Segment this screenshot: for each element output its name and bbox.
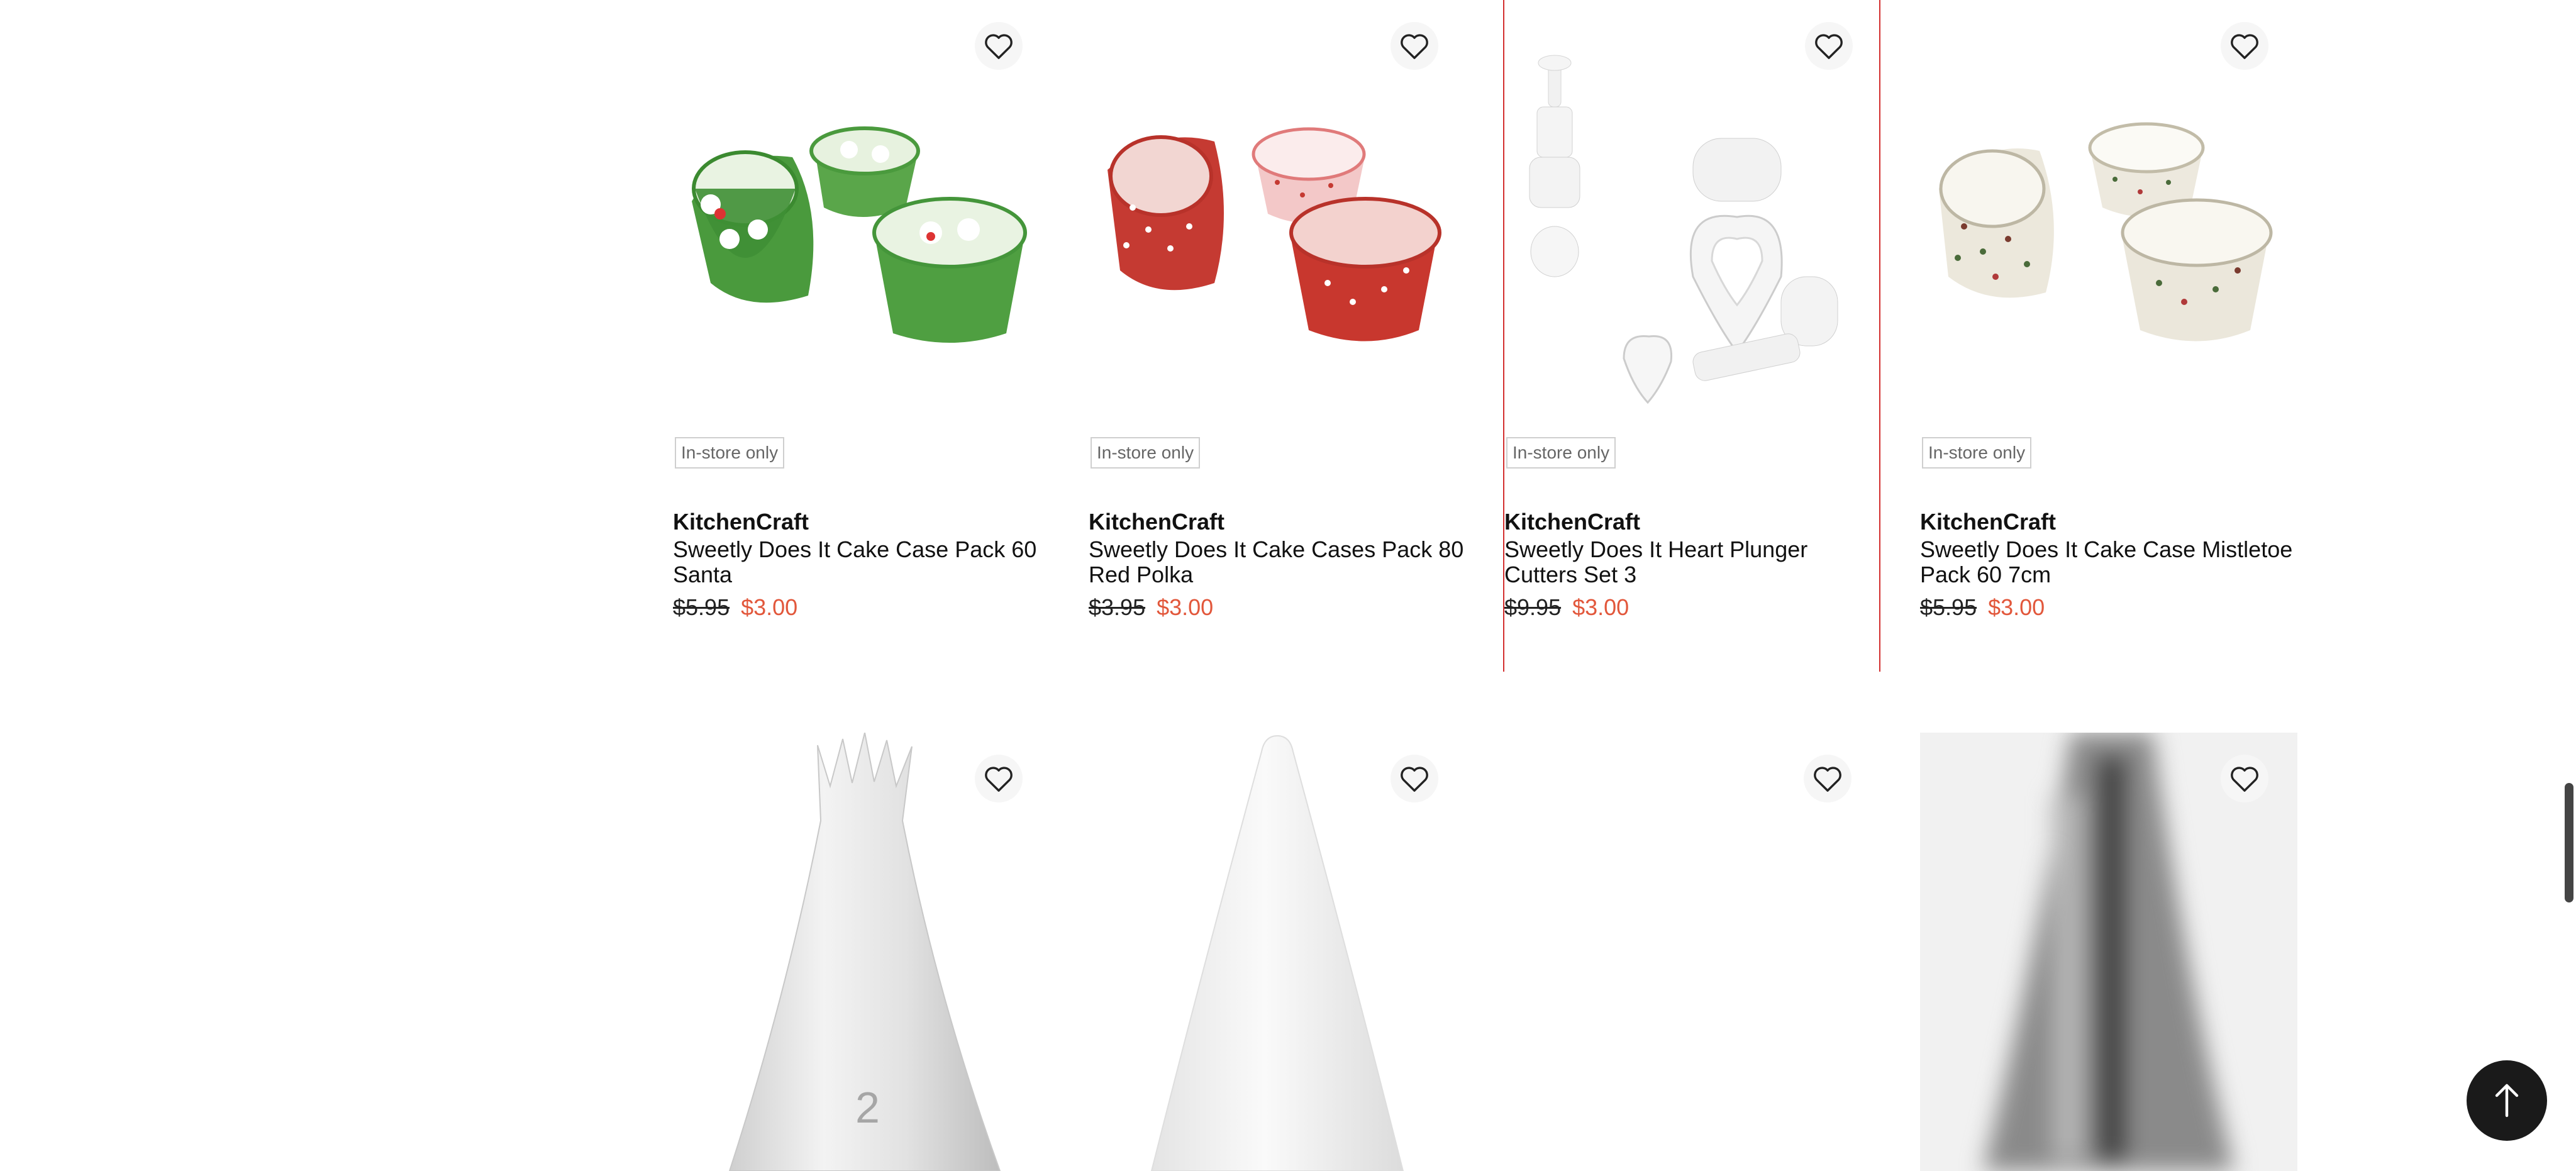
original-price: $5.95 [673, 594, 730, 620]
heart-icon [985, 767, 1013, 792]
heart-icon [985, 34, 1013, 59]
product-brand[interactable]: KitchenCraft [1089, 508, 1224, 536]
product-price: $3.95 $3.00 [1089, 594, 1213, 621]
heart-icon [2231, 34, 2258, 59]
product-name[interactable]: Sweetly Does It Cake Case Pack 60 Santa [673, 537, 1050, 587]
add-to-wishlist-button[interactable] [2221, 755, 2268, 802]
product-brand[interactable]: KitchenCraft [1920, 508, 2056, 536]
heart-icon [1401, 34, 1428, 59]
scrollbar[interactable] [2562, 0, 2576, 1171]
product-card[interactable]: 2 [673, 733, 1050, 1171]
add-to-wishlist-button[interactable] [1391, 22, 1438, 70]
product-card[interactable]: In-store only KitchenCraft Sweetly Does … [673, 0, 1050, 672]
nozzle-engraving: 2 [855, 1083, 880, 1132]
add-to-wishlist-button[interactable] [975, 755, 1023, 802]
original-price: $9.95 [1504, 594, 1562, 620]
product-price: $5.95 $3.00 [1920, 594, 2045, 621]
product-brand[interactable]: KitchenCraft [1504, 508, 1640, 536]
product-price: $9.95 $3.00 [1504, 594, 1629, 621]
in-store-only-badge: In-store only [1506, 437, 1616, 469]
heart-icon [2231, 767, 2258, 792]
product-card[interactable] [1503, 733, 1880, 1171]
product-grid-page: In-store only KitchenCraft Sweetly Does … [0, 0, 2576, 1171]
add-to-wishlist-button[interactable] [975, 22, 1023, 70]
original-price: $3.95 [1089, 594, 1146, 620]
product-brand[interactable]: KitchenCraft [673, 508, 809, 536]
product-name[interactable]: Sweetly Does It Cake Cases Pack 80 Red P… [1089, 537, 1466, 587]
product-card[interactable] [1089, 733, 1466, 1171]
arrow-up-icon [2495, 1084, 2519, 1118]
add-to-wishlist-button[interactable] [1805, 22, 1853, 70]
add-to-wishlist-button[interactable] [1804, 755, 1852, 802]
product-card[interactable] [1920, 733, 2297, 1171]
product-card[interactable]: In-store only KitchenCraft Sweetly Does … [1089, 0, 1466, 672]
product-name[interactable]: Sweetly Does It Cake Case Mistletoe Pack… [1920, 537, 2297, 587]
sale-price: $3.00 [1572, 594, 1629, 620]
sale-price: $3.00 [1157, 594, 1214, 620]
in-store-only-badge: In-store only [1922, 437, 2032, 469]
heart-icon [1401, 767, 1428, 792]
heart-icon [1815, 34, 1843, 59]
scrollbar-thumb[interactable] [2565, 783, 2573, 902]
in-store-only-badge: In-store only [675, 437, 785, 469]
sale-price: $3.00 [741, 594, 798, 620]
back-to-top-button[interactable] [2467, 1060, 2547, 1141]
original-price: $5.95 [1920, 594, 1977, 620]
product-price: $5.95 $3.00 [673, 594, 797, 621]
add-to-wishlist-button[interactable] [2221, 22, 2268, 70]
heart-icon [1814, 767, 1841, 792]
add-to-wishlist-button[interactable] [1391, 755, 1438, 802]
product-card[interactable]: In-store only KitchenCraft Sweetly Does … [1503, 0, 1880, 672]
sale-price: $3.00 [1988, 594, 2045, 620]
product-card[interactable]: In-store only KitchenCraft Sweetly Does … [1920, 0, 2297, 672]
in-store-only-badge: In-store only [1091, 437, 1201, 469]
product-name[interactable]: Sweetly Does It Heart Plunger Cutters Se… [1504, 537, 1882, 587]
